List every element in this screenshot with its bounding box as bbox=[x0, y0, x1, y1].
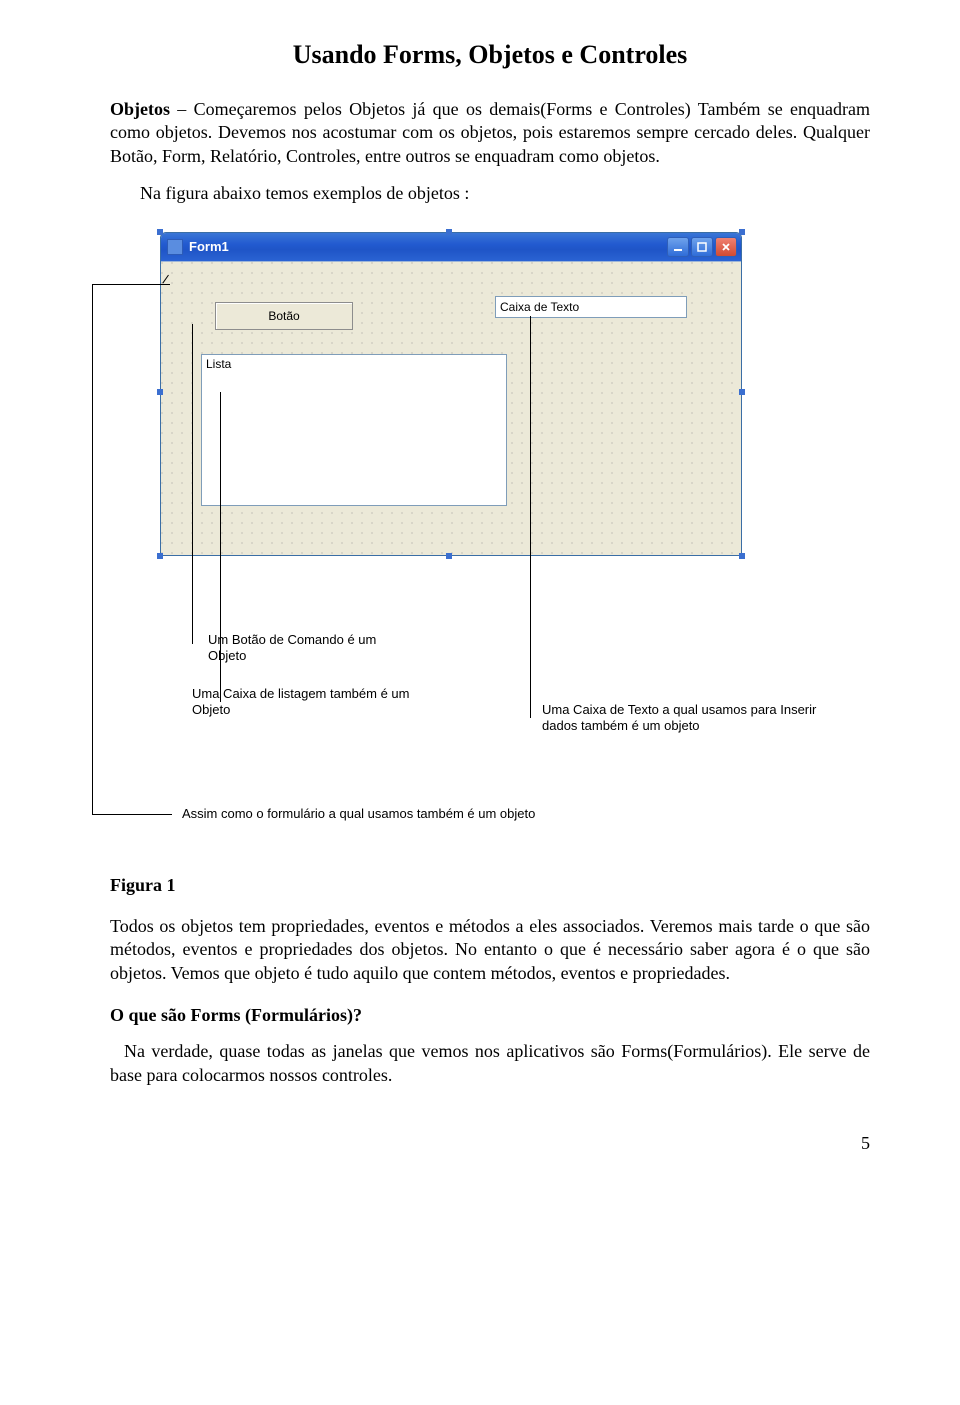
form-client-area: Botão Caixa de Texto Lista bbox=[161, 261, 741, 555]
command-button[interactable]: Botão bbox=[215, 302, 353, 330]
page-number: 5 bbox=[110, 1133, 870, 1154]
minimize-button[interactable] bbox=[667, 237, 689, 257]
paragraph-objetos: Objetos – Começaremos pelos Objetos já q… bbox=[110, 98, 870, 168]
selection-handle bbox=[739, 229, 745, 235]
selection-handle bbox=[446, 553, 452, 559]
selection-handle bbox=[446, 229, 452, 235]
selection-handle bbox=[157, 389, 163, 395]
paragraph-forms: Na verdade, quase todas as janelas que v… bbox=[110, 1040, 870, 1087]
figure-1: Form1 Botão Caixa bbox=[110, 224, 870, 864]
heading-forms: O que são Forms (Formulários)? bbox=[110, 1005, 870, 1026]
leader-line bbox=[92, 284, 93, 814]
leader-line bbox=[530, 316, 531, 718]
selection-handle bbox=[157, 553, 163, 559]
listbox[interactable]: Lista bbox=[201, 354, 507, 506]
leader-line bbox=[92, 814, 172, 815]
close-button[interactable] bbox=[715, 237, 737, 257]
callout-textbox: Uma Caixa de Texto a qual usamos para In… bbox=[542, 702, 832, 736]
selection-handle bbox=[739, 389, 745, 395]
titlebar[interactable]: Form1 bbox=[161, 233, 741, 261]
objetos-rest: – Começaremos pelos Objetos já que os de… bbox=[110, 99, 870, 166]
window-buttons bbox=[667, 237, 737, 257]
form-window: Form1 Botão Caixa bbox=[160, 232, 742, 556]
leader-line bbox=[192, 324, 193, 644]
figure-label: Figura 1 bbox=[110, 874, 870, 897]
form-icon bbox=[167, 239, 183, 255]
selection-handle bbox=[157, 229, 163, 235]
paragraph-properties: Todos os objetos tem propriedades, event… bbox=[110, 915, 870, 985]
selection-handle bbox=[739, 553, 745, 559]
callout-button: Um Botão de Comando é um Objeto bbox=[208, 632, 408, 666]
form-title: Form1 bbox=[189, 239, 229, 254]
leader-line bbox=[92, 284, 170, 285]
paragraph-fig-intro: Na figura abaixo temos exemplos de objet… bbox=[110, 182, 870, 205]
maximize-button[interactable] bbox=[691, 237, 713, 257]
page-title: Usando Forms, Objetos e Controles bbox=[110, 40, 870, 70]
objetos-bold: Objetos bbox=[110, 99, 170, 119]
callout-list: Uma Caixa de listagem também é um Objeto bbox=[192, 686, 422, 720]
callout-form: Assim como o formulário a qual usamos ta… bbox=[182, 806, 682, 823]
textbox[interactable]: Caixa de Texto bbox=[495, 296, 687, 318]
